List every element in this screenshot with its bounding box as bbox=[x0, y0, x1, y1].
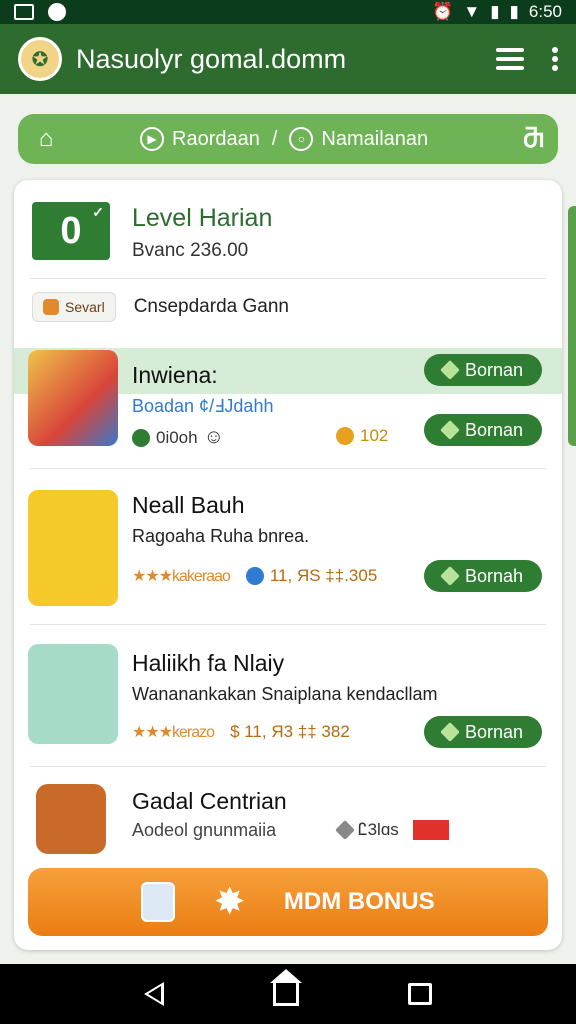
item-title: Inwiena: bbox=[132, 362, 218, 388]
image-notification-icon bbox=[14, 4, 34, 20]
tag-icon bbox=[43, 299, 59, 315]
burst-icon: ✸ bbox=[215, 883, 244, 921]
breadcrumb-item-1[interactable]: ▶ Raordaan bbox=[140, 127, 260, 151]
item-title: Haliikh fa Nlaiy bbox=[132, 650, 285, 676]
recent-apps-icon[interactable] bbox=[407, 983, 432, 1005]
list-item[interactable]: Gadal Centrian Aodeol gnunmaiia Ꮭ3lɑs bbox=[14, 776, 562, 866]
lock-icon[interactable]: ⌂ bbox=[32, 125, 60, 153]
system-nav-bar bbox=[0, 964, 576, 1024]
leaf-icon bbox=[132, 428, 150, 447]
level-badge: 0 ✓ bbox=[32, 202, 110, 260]
level-section: 0 ✓ Level Harian Bvanc 236.00 bbox=[32, 202, 544, 282]
music-notification-icon bbox=[48, 3, 66, 21]
signal-icon: ▮ bbox=[490, 2, 500, 21]
alarm-icon: ⏰ bbox=[432, 2, 454, 21]
divider bbox=[30, 624, 546, 625]
level-subtitle: Bvanc 236.00 bbox=[132, 240, 249, 261]
rating-text: ★★★kerazo bbox=[132, 724, 215, 741]
list-item[interactable]: Haliikh fa Nlaiy Wananankakan Snaiplana … bbox=[14, 636, 562, 766]
item-price: 11, ЯS ‡‡.305 bbox=[269, 566, 378, 585]
category-badge[interactable]: Sevarl bbox=[32, 292, 116, 322]
item-price: $ 11, Я3 ‡‡ 382 bbox=[230, 722, 350, 741]
item-coins-value: 102 bbox=[360, 426, 389, 445]
battery-icon: ▮ bbox=[509, 2, 519, 21]
item-meta-text: 0i0oh bbox=[156, 427, 198, 447]
divider bbox=[30, 278, 546, 279]
bonus-button[interactable]: ✸ MDM BONUS bbox=[28, 868, 548, 936]
item-coins: 102 bbox=[336, 426, 388, 446]
bonus-claim-button[interactable]: Bornan bbox=[424, 354, 542, 386]
breadcrumb-label-1: Raordaan bbox=[172, 127, 260, 150]
status-bar: ⏰ ▼ ▮ ▮ 6:50 bbox=[0, 0, 576, 24]
category-badge-label: Sevarl bbox=[65, 299, 105, 315]
button-label: Bornan bbox=[464, 359, 524, 380]
item-title: Neall Bauh bbox=[132, 492, 245, 518]
puzzle-box-thumbnail bbox=[28, 350, 118, 446]
button-label: Bornan bbox=[464, 721, 524, 742]
claim-button[interactable]: Bornan bbox=[424, 414, 542, 446]
claim-button[interactable]: Bornah bbox=[424, 560, 542, 592]
category-label: Cnsepdarda Gann bbox=[133, 296, 289, 317]
category-row: Sevarl Cnsepdarda Gann bbox=[32, 292, 289, 322]
toy-thumbnail bbox=[28, 644, 118, 744]
home-icon[interactable] bbox=[269, 969, 302, 1006]
item-meta: 0i0oh ☺ bbox=[132, 426, 224, 449]
menu-icon[interactable] bbox=[496, 48, 524, 70]
item-subtitle: Aodeol gnunmaiia bbox=[132, 820, 277, 840]
clock: 6:50 bbox=[528, 2, 562, 21]
app-logo[interactable]: ✪ bbox=[18, 37, 62, 81]
flag-icon bbox=[412, 820, 449, 840]
item-meta: ★★★kerazo $ 11, Я3 ‡‡ 382 bbox=[132, 722, 350, 742]
item-diamond-value: Ꮭ3lɑs bbox=[358, 820, 399, 839]
button-label: Bornan bbox=[464, 419, 524, 440]
button-label: Bornah bbox=[464, 565, 524, 586]
camera-thumbnail bbox=[36, 784, 106, 854]
app-bar: ✪ Nasuolyr gomal.domm bbox=[0, 24, 576, 94]
divider bbox=[30, 468, 546, 469]
diamond-icon bbox=[440, 360, 460, 380]
app-title: Nasuolyr gomal.domm bbox=[76, 43, 347, 74]
list-item[interactable]: Inwiena: Boadan ¢/ℲJdahh 0i0oh ☺ 102 Bor… bbox=[14, 348, 562, 468]
diamond-icon bbox=[440, 722, 460, 742]
back-icon[interactable] bbox=[144, 982, 165, 1006]
claim-button[interactable]: Bornan bbox=[424, 716, 542, 748]
coin-icon bbox=[245, 567, 264, 585]
item-subtitle: Wananankakan Snaiplana kendacllam bbox=[132, 684, 438, 704]
rating-text: ★★★kakeraao bbox=[132, 568, 231, 585]
smiley-icon: ☺ bbox=[203, 426, 225, 448]
item-subtitle: Boadan ¢/ℲJdahh bbox=[132, 396, 274, 416]
search-icon: ○ bbox=[289, 127, 314, 151]
level-title: Level Harian bbox=[132, 204, 273, 232]
diamond-icon bbox=[440, 566, 460, 586]
play-icon: ▶ bbox=[140, 127, 164, 151]
diamond-icon bbox=[335, 820, 355, 840]
item-meta: ★★★kakeraao 11, ЯS ‡‡.305 bbox=[132, 566, 377, 586]
dice-icon bbox=[141, 882, 176, 922]
gift-bag-thumbnail bbox=[28, 490, 118, 606]
item-diamonds: Ꮭ3lɑs bbox=[335, 820, 449, 840]
item-subtitle: Ragoaha Ruha bnrea. bbox=[132, 526, 310, 546]
coin-icon bbox=[336, 427, 354, 445]
level-value: 0 bbox=[60, 209, 82, 252]
diamond-icon bbox=[440, 420, 460, 440]
side-drawer-handle[interactable] bbox=[568, 206, 576, 446]
item-title: Gadal Centrian bbox=[132, 788, 287, 814]
breadcrumb-separator: / bbox=[271, 127, 278, 150]
wifi-icon: ▼ bbox=[463, 2, 481, 21]
breadcrumb-label-2: Namailanan bbox=[321, 127, 429, 150]
divider bbox=[30, 766, 546, 767]
breadcrumb-item-2[interactable]: ○ Namailanan bbox=[289, 127, 428, 151]
main-card: 0 ✓ Level Harian Bvanc 236.00 Sevarl Cns… bbox=[14, 180, 562, 950]
breadcrumb: ⌂ ▶ Raordaan / ○ Namailanan Ⴋ bbox=[18, 114, 558, 164]
user-icon[interactable]: Ⴋ bbox=[523, 125, 544, 154]
check-icon: ✓ bbox=[92, 204, 104, 220]
more-options-icon[interactable] bbox=[552, 47, 558, 71]
bonus-button-label: MDM BONUS bbox=[283, 888, 435, 915]
list-item[interactable]: Neall Bauh Ragoaha Ruha bnrea. ★★★kakera… bbox=[14, 480, 562, 620]
